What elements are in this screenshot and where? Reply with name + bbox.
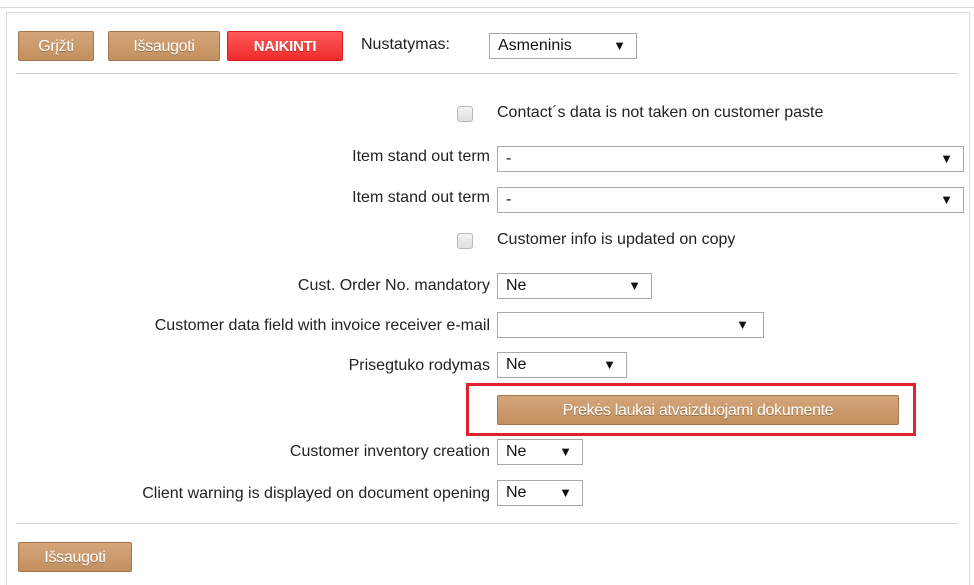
chevron-down-icon: ▼ xyxy=(559,485,572,500)
cust-order-label: Cust. Order No. mandatory xyxy=(297,277,490,294)
back-button[interactable]: Grįžti xyxy=(18,31,94,61)
setting-label: Nustatymas: xyxy=(361,36,450,53)
chevron-down-icon: ▼ xyxy=(736,317,749,332)
item-stand-out-1-select[interactable]: - ▼ xyxy=(497,146,964,172)
footer-save-button[interactable]: Išsaugoti xyxy=(18,542,132,572)
toolbar-divider xyxy=(16,73,958,74)
chevron-down-icon: ▼ xyxy=(940,192,953,207)
cust-order-select[interactable]: Ne ▼ xyxy=(497,273,652,299)
footer-divider xyxy=(16,523,958,524)
inventory-select[interactable]: Ne ▼ xyxy=(497,439,583,465)
contact-data-label: Contact´s data is not taken on customer … xyxy=(497,104,824,121)
item-stand-out-2-select[interactable]: - ▼ xyxy=(497,187,964,213)
save-button[interactable]: Išsaugoti xyxy=(108,31,220,61)
client-warning-select[interactable]: Ne ▼ xyxy=(497,480,583,506)
delete-button[interactable]: NAIKINTI xyxy=(227,31,343,61)
chevron-down-icon: ▼ xyxy=(613,38,626,53)
client-warning-label: Client warning is displayed on document … xyxy=(142,485,490,502)
item-stand-out-2-label: Item stand out term xyxy=(352,189,490,206)
client-warning-value: Ne xyxy=(506,484,527,501)
chevron-down-icon: ▼ xyxy=(559,444,572,459)
chevron-down-icon: ▼ xyxy=(603,357,616,372)
invoice-email-label: Customer data field with invoice receive… xyxy=(154,317,490,334)
attachment-select[interactable]: Ne ▼ xyxy=(497,352,627,378)
customer-info-label: Customer info is updated on copy xyxy=(497,231,736,248)
setting-select-value: Asmeninis xyxy=(498,37,572,54)
attachment-value: Ne xyxy=(506,356,527,373)
inventory-label: Customer inventory creation xyxy=(289,443,490,460)
attachment-label: Prisegtuko rodymas xyxy=(348,357,490,374)
customer-info-checkbox[interactable] xyxy=(457,233,473,249)
cust-order-value: Ne xyxy=(506,277,527,294)
top-divider xyxy=(0,7,974,8)
setting-select[interactable]: Asmeninis ▼ xyxy=(489,33,637,59)
invoice-email-select[interactable]: ▼ xyxy=(497,312,764,338)
item-stand-out-1-value: - xyxy=(506,150,512,167)
inventory-value: Ne xyxy=(506,443,527,460)
item-stand-out-1-label: Item stand out term xyxy=(352,148,490,165)
contact-data-checkbox[interactable] xyxy=(457,106,473,122)
item-stand-out-2-value: - xyxy=(506,191,512,208)
chevron-down-icon: ▼ xyxy=(940,151,953,166)
item-fields-button[interactable]: Prekės laukai atvaizduojami dokumente xyxy=(497,395,899,425)
chevron-down-icon: ▼ xyxy=(628,278,641,293)
